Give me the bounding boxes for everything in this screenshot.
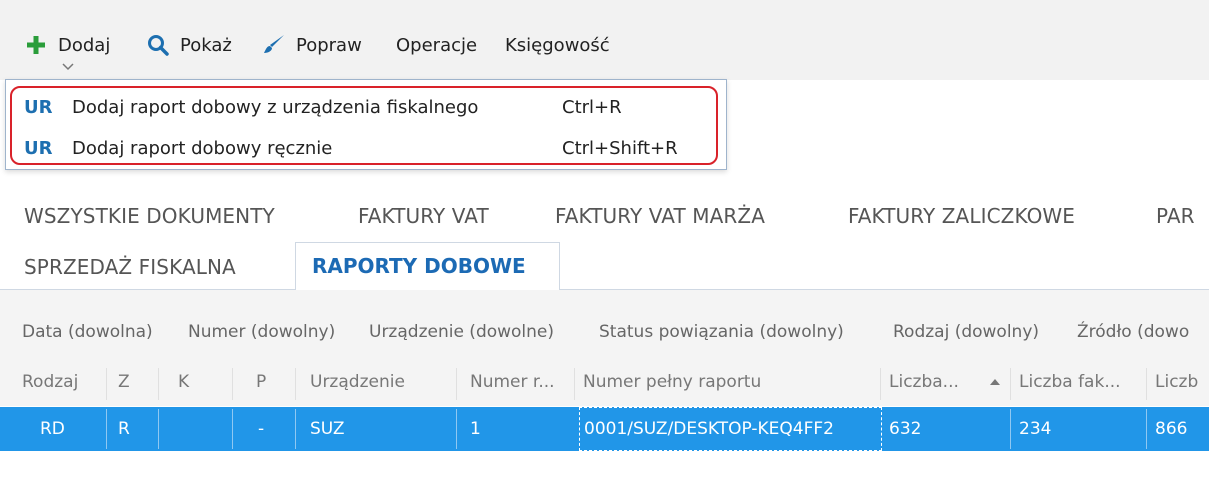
accounting-label: Księgowość [505,34,610,56]
column-header-full-report-number[interactable]: Numer pełny raportu [583,372,761,392]
add-label: Dodaj [58,34,111,56]
tab-advance-invoices[interactable]: FAKTURY ZALICZKOWE [848,204,1075,228]
tab-vat-margin-invoices[interactable]: FAKTURY VAT MARŻA [555,204,765,228]
column-header-k[interactable]: K [178,372,189,392]
tab-par[interactable]: PAR [1156,204,1195,228]
accounting-menu[interactable]: Księgowość [505,30,610,60]
row-divider [232,409,233,449]
tab-daily-reports-label: RAPORTY DOBOWE [312,254,526,278]
ur-badge: UR [24,96,53,118]
column-divider[interactable] [1010,368,1011,400]
column-header-z[interactable]: Z [118,372,130,392]
column-divider[interactable] [106,368,107,400]
column-divider[interactable] [880,368,881,400]
filter-date[interactable]: Data (dowolna) [22,322,153,342]
menu-item-label: Dodaj raport dobowy ręcznie [72,137,333,159]
row-divider [106,409,107,449]
show-button[interactable]: Pokaż [146,30,232,60]
edit-label: Popraw [296,34,362,56]
filter-type[interactable]: Rodzaj (dowolny) [893,322,1039,342]
column-header-invoice-count[interactable]: Liczba fak... [1019,372,1121,392]
column-divider[interactable] [158,368,159,400]
filter-number[interactable]: Numer (dowolny) [188,322,335,342]
column-divider[interactable] [1146,368,1147,400]
column-divider[interactable] [574,368,575,400]
search-icon [146,33,170,57]
cell-device: SUZ [310,419,345,439]
add-button[interactable]: Dodaj [24,30,110,60]
row-divider [158,409,159,449]
ur-badge: UR [24,137,53,159]
cell-z: R [118,419,130,439]
row-divider [1146,409,1147,449]
column-divider[interactable] [232,368,233,400]
cell-p: - [258,419,265,439]
tab-all-documents[interactable]: WSZYSTKIE DOKUMENTY [24,204,275,228]
row-divider [1010,409,1011,449]
menu-item-add-manual-report[interactable]: UR Dodaj raport dobowy ręcznie Ctrl+Shif… [24,134,704,162]
column-header-report-number[interactable]: Numer r... [470,372,555,392]
toolbar: Dodaj Pokaż Popraw Operacje Księgowość [0,0,1209,80]
show-label: Pokaż [180,34,232,56]
plus-icon [24,33,48,57]
row-divider [456,409,457,449]
menu-item-add-fiscal-report[interactable]: UR Dodaj raport dobowy z urządzenia fisk… [24,93,704,121]
brush-icon [262,33,286,57]
chevron-down-icon[interactable] [62,62,74,72]
cell-invoice-count: 234 [1019,419,1052,439]
cell-count-3: 866 [1155,419,1188,439]
filter-source[interactable]: Źródło (dowo [1077,322,1189,342]
column-header-device[interactable]: Urządzenie [310,372,405,392]
column-divider[interactable] [456,368,457,400]
cell-count-1: 632 [889,419,922,439]
column-header-count-1[interactable]: Liczba... [889,372,959,392]
tab-daily-reports[interactable]: RAPORTY DOBOWE [295,242,560,290]
operations-label: Operacje [396,34,478,56]
menu-item-shortcut: Ctrl+R [562,96,622,118]
column-header-count-3[interactable]: Liczb [1155,372,1198,392]
filter-device[interactable]: Urządzenie (dowolne) [369,322,554,342]
cell-type: RD [40,419,65,439]
tab-fiscal-sales[interactable]: SPRZEDAŻ FISKALNA [24,255,236,279]
filter-link-status[interactable]: Status powiązania (dowolny) [599,322,844,342]
sort-ascending-icon [990,379,1000,385]
operations-menu[interactable]: Operacje [396,30,477,60]
column-divider[interactable] [295,368,296,400]
tab-vat-invoices[interactable]: FAKTURY VAT [358,204,489,228]
cell-full-report-number: 0001/SUZ/DESKTOP-KEQ4FF2 [584,419,834,439]
column-header-type[interactable]: Rodzaj [22,372,78,392]
row-divider [295,409,296,449]
edit-button[interactable]: Popraw [262,30,362,60]
column-header-p[interactable]: P [256,372,266,392]
menu-item-shortcut: Ctrl+Shift+R [562,137,678,159]
menu-item-label: Dodaj raport dobowy z urządzenia fiskaln… [72,96,479,118]
cell-report-number: 1 [470,419,481,439]
